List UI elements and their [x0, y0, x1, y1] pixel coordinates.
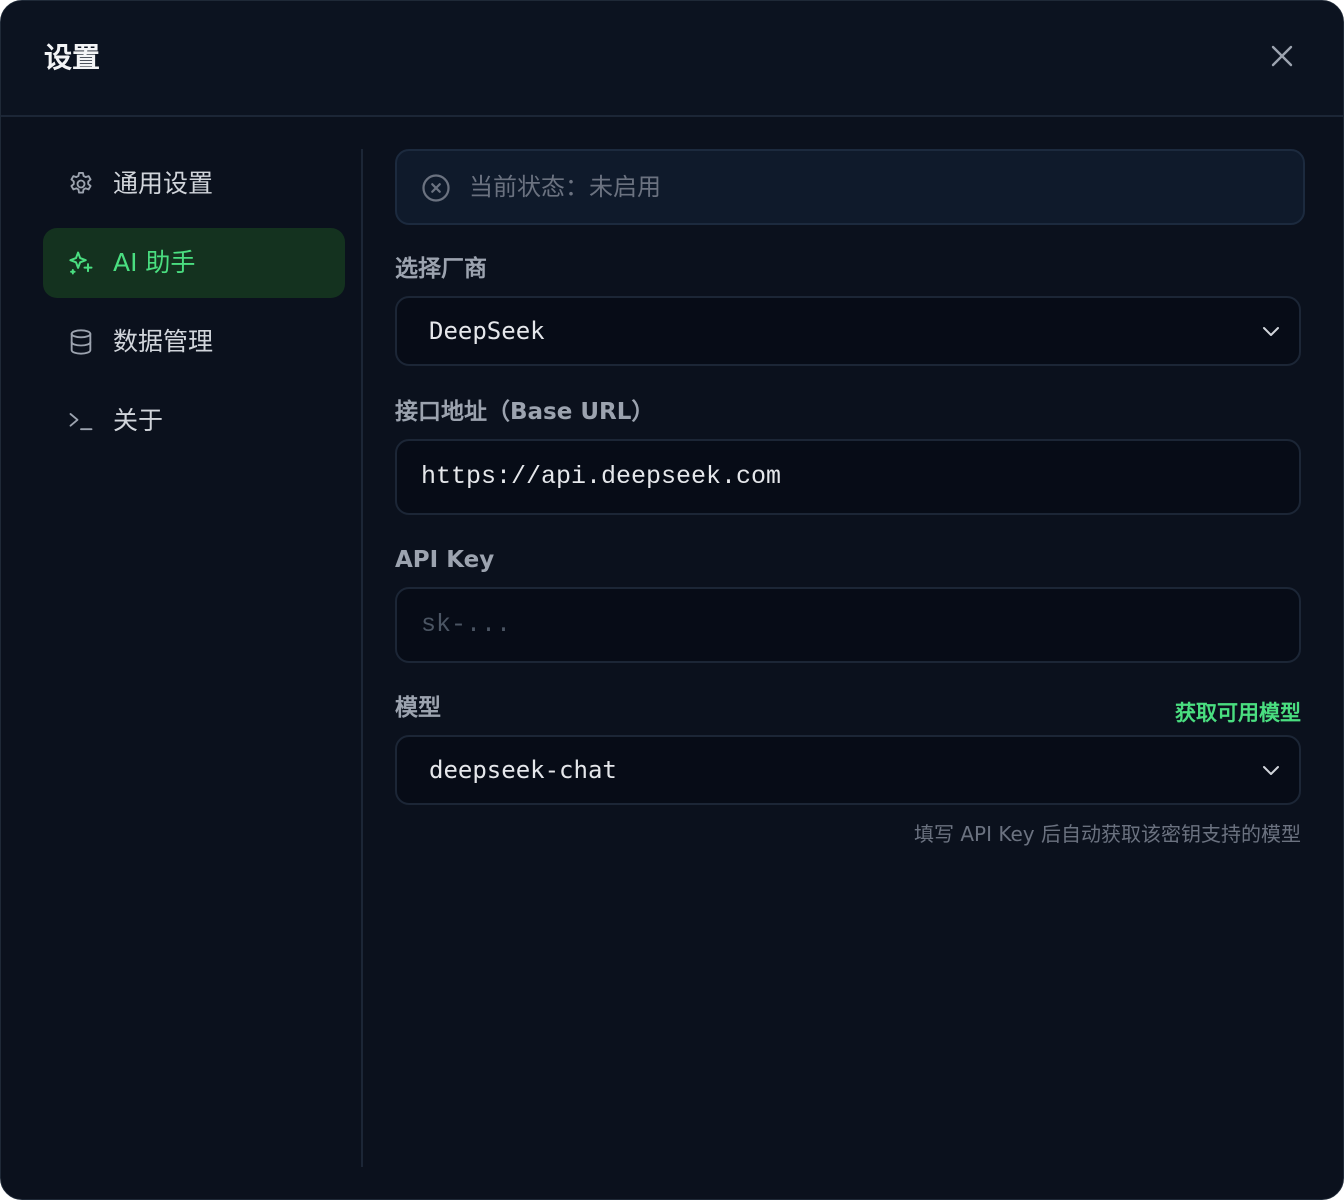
close-icon	[1271, 45, 1293, 67]
close-button[interactable]	[1263, 37, 1301, 75]
model-select[interactable]: deepseek-chat	[395, 735, 1301, 805]
sidebar-item-ai-assistant[interactable]: AI 助手	[43, 228, 345, 298]
base-url-label: 接口地址（Base URL）	[395, 399, 655, 425]
provider-select-value: DeepSeek	[429, 317, 545, 345]
sidebar-item-label: 关于	[113, 406, 164, 435]
model-label: 模型	[395, 695, 441, 721]
model-hint: 填写 API Key 后自动获取该密钥支持的模型	[914, 822, 1301, 846]
api-key-label: API Key	[395, 547, 495, 573]
terminal-icon	[69, 413, 93, 431]
status-text: 当前状态：未启用	[469, 173, 661, 201]
sidebar-item-label: 通用设置	[113, 169, 214, 198]
sidebar-divider	[361, 149, 363, 1167]
sidebar-item-general[interactable]: 通用设置	[43, 149, 345, 219]
circle-x-icon	[422, 174, 450, 202]
sidebar-item-data-management[interactable]: 数据管理	[43, 307, 345, 377]
fetch-models-link[interactable]: 获取可用模型	[1175, 699, 1301, 727]
chevron-down-icon	[1263, 327, 1279, 336]
base-url-input[interactable]: https://api.deepseek.com	[395, 439, 1301, 515]
sidebar-item-label: 数据管理	[113, 327, 214, 356]
base-url-value: https://api.deepseek.com	[421, 462, 782, 491]
provider-label: 选择厂商	[395, 256, 487, 282]
sidebar-item-about[interactable]: 关于	[43, 386, 345, 456]
sparkles-icon	[69, 251, 93, 275]
gear-icon	[70, 171, 92, 194]
api-key-placeholder: sk-...	[421, 610, 512, 639]
status-banner: 当前状态：未启用	[395, 149, 1305, 225]
api-key-input[interactable]: sk-...	[395, 587, 1301, 663]
dialog-header: 设置	[1, 1, 1343, 117]
dialog-title: 设置	[44, 41, 101, 74]
model-select-value: deepseek-chat	[429, 756, 617, 784]
database-icon	[70, 329, 92, 355]
provider-select[interactable]: DeepSeek	[395, 296, 1301, 366]
sidebar-item-label: AI 助手	[113, 248, 196, 277]
chevron-down-icon	[1263, 766, 1279, 775]
settings-dialog: 设置 通用设置 AI 助手 数据管理 关于 当前状态：未启用 选择厂商 Deep…	[0, 0, 1344, 1200]
